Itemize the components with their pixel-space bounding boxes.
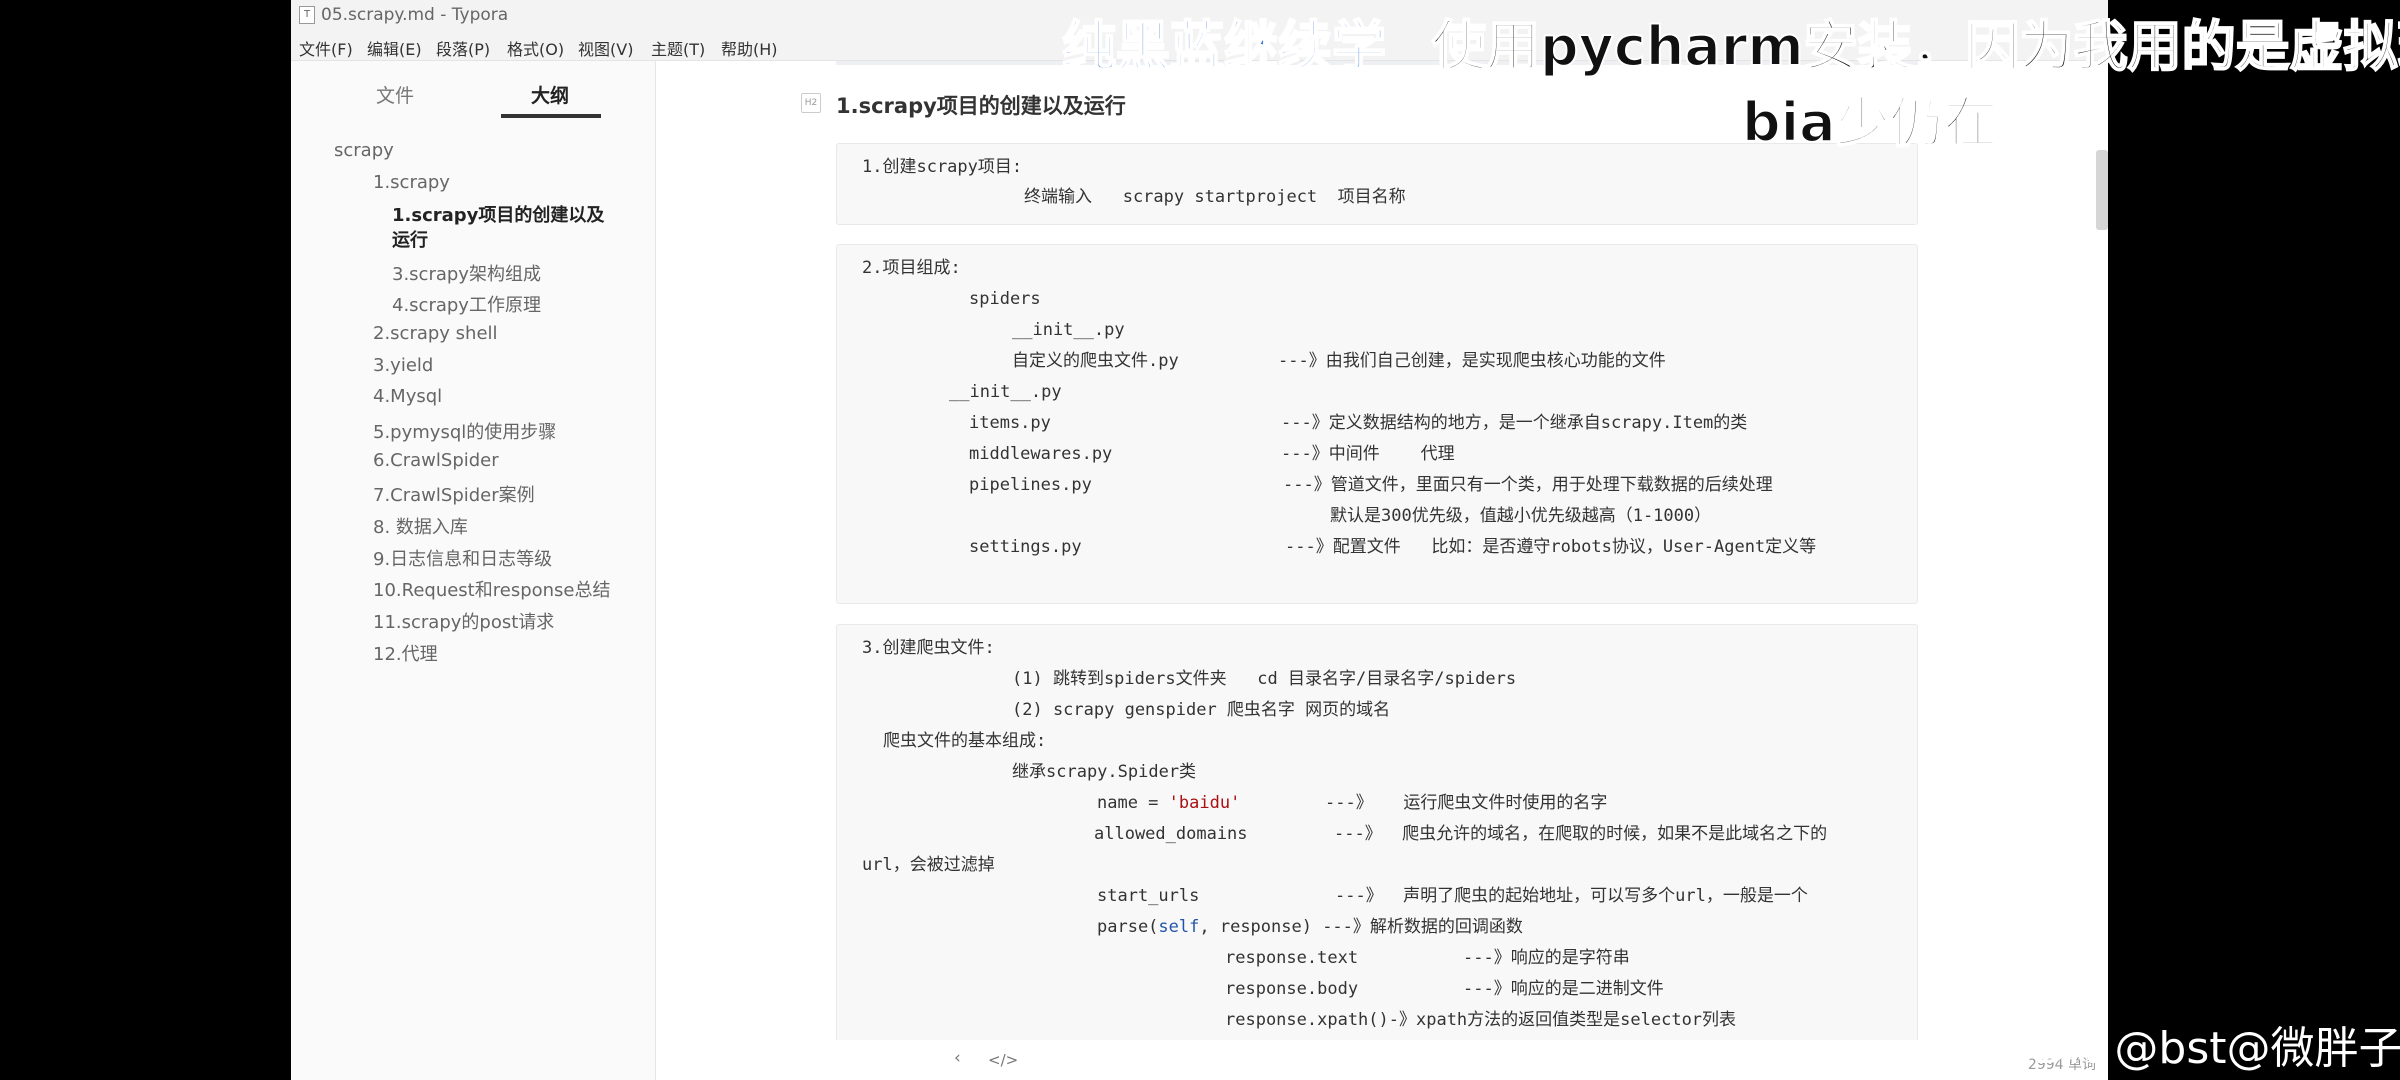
outline-item-proxy[interactable]: 12.代理 <box>373 640 438 666</box>
string-token: 'baidu' <box>1168 793 1241 813</box>
code-comment: url，会被过滤掉 <box>862 855 995 875</box>
outline-item-yield[interactable]: 3.yield <box>373 355 433 376</box>
code-line: pipelines.py <box>969 475 1092 495</box>
code-line: items.py <box>969 413 1051 433</box>
code-comment: ---》响应的是字符串 <box>1463 948 1630 968</box>
code-block-create-spider[interactable]: 3.创建爬虫文件: (1) 跳转到spiders文件夹 cd 目录名字/目录名字… <box>836 624 1918 1040</box>
code-line: name = 'baidu' <box>1097 793 1240 813</box>
sidebar: 文件 大纲 scrapy 1.scrapy 1.scrapy项目的创建以及运行 … <box>291 61 656 1080</box>
code-token: parse( <box>1097 917 1159 937</box>
code-comment: ---》配置文件 比如：是否遵守robots协议，User-Agent定义等 <box>1285 537 1817 557</box>
outline-item-shell[interactable]: 2.scrapy shell <box>373 323 498 344</box>
outline-item-db[interactable]: 8. 数据入库 <box>373 513 468 539</box>
menu-file[interactable]: 文件(F) <box>299 36 353 60</box>
code-comment: ---》 爬虫允许的域名，在爬取的时候，如果不是此域名之下的 <box>1334 824 1828 844</box>
code-comment: 默认是300优先级，值越小优先级越高（1-1000） <box>1330 506 1712 526</box>
video-caption-line2: bia少仍在 <box>1741 90 1999 155</box>
code-line: (1) 跳转到spiders文件夹 cd 目录名字/目录名字/spiders <box>1012 669 1517 689</box>
tab-outline[interactable]: 大纲 <box>531 81 569 108</box>
code-comment: ---》中间件 代理 <box>1281 444 1455 464</box>
typora-app-icon: T <box>299 6 315 24</box>
code-comment: ---》由我们自己创建，是实现爬虫核心功能的文件 <box>1278 351 1666 371</box>
code-line: 继承scrapy.Spider类 <box>1012 762 1197 782</box>
code-token: , response) ---》解析数据的回调函数 <box>1199 917 1523 937</box>
outline-item-request-response[interactable]: 10.Request和response总结 <box>373 576 611 602</box>
code-block-project-structure[interactable]: 2.项目组成: spiders __init__.py 自定义的爬虫文件.py … <box>836 244 1918 604</box>
code-comment: ---》 声明了爬虫的起始地址，可以写多个url，一般是一个 <box>1335 886 1808 906</box>
code-line: spiders <box>969 289 1041 309</box>
typora-window: T 05.scrapy.md - Typora 文件(F) 编辑(E) 段落(P… <box>291 0 2108 1080</box>
outline-item-scrapy[interactable]: scrapy <box>334 140 394 161</box>
code-line: response.xpath()-》xpath方法的返回值类型是selector… <box>1225 1010 1737 1030</box>
code-comment: ---》管道文件，里面只有一个类，用于处理下载数据的后续处理 <box>1283 475 1773 495</box>
outline-item-logging[interactable]: 9.日志信息和日志等级 <box>373 545 552 571</box>
code-comment: ---》定义数据结构的地方，是一个继承自scrapy.Item的类 <box>1281 413 1748 433</box>
code-line: 3.创建爬虫文件: <box>862 638 995 658</box>
tab-active-indicator <box>501 114 601 118</box>
code-line: parse(self, response) ---》解析数据的回调函数 <box>1097 917 1523 937</box>
section-heading[interactable]: 1.scrapy项目的创建以及运行 <box>836 90 1126 120</box>
code-line: 爬虫文件的基本组成: <box>883 731 1047 751</box>
code-token: name = <box>1097 793 1169 813</box>
csdn-watermark: CSDN @bst@微胖子 <box>1975 1023 2400 1074</box>
menu-help[interactable]: 帮助(H) <box>721 36 778 60</box>
code-line: 自定义的爬虫文件.py <box>1012 351 1179 371</box>
heading-marker-icon: H2 <box>801 93 821 113</box>
outline-item-mysql[interactable]: 4.Mysql <box>373 386 442 407</box>
code-comment: ---》响应的是二进制文件 <box>1463 979 1664 999</box>
code-line: (2) scrapy genspider 爬虫名字 网页的域名 <box>1012 700 1391 720</box>
outline-item-create-run[interactable]: 1.scrapy项目的创建以及运行 <box>392 203 622 253</box>
code-line: middlewares.py <box>969 444 1113 464</box>
code-line: 终端输入 scrapy startproject 项目名称 <box>1024 187 1406 207</box>
editor-area[interactable]: H2 1.scrapy项目的创建以及运行 1.创建scrapy项目: 终端输入 … <box>656 61 2108 1040</box>
source-code-mode-icon[interactable]: </> <box>988 1051 1018 1069</box>
code-line: start_urls <box>1097 886 1200 906</box>
code-line: response.body <box>1225 979 1359 999</box>
outline-item-post[interactable]: 11.scrapy的post请求 <box>373 608 554 634</box>
menu-format[interactable]: 格式(O) <box>507 36 564 60</box>
outline-item-crawlspider-case[interactable]: 7.CrawlSpider案例 <box>373 481 535 507</box>
code-line: 2.项目组成: <box>862 258 961 278</box>
code-comment: ---》 运行爬虫文件时使用的名字 <box>1325 793 1608 813</box>
editor-scrollbar[interactable] <box>2096 150 2108 230</box>
code-line: __init__.py <box>1012 320 1125 340</box>
menu-edit[interactable]: 编辑(E) <box>367 36 422 60</box>
code-line: response.text <box>1225 948 1359 968</box>
menu-paragraph[interactable]: 段落(P) <box>436 36 490 60</box>
window-title: 05.scrapy.md - Typora <box>321 5 509 25</box>
video-caption: 使用pycharm安装，因为我用的是虚拟环 <box>1431 14 2400 79</box>
code-line: __init__.py <box>949 382 1062 402</box>
code-line: 1.创建scrapy项目: <box>862 157 1023 177</box>
video-caption-highlight: 纯黑蓝继续学 <box>1061 14 1387 79</box>
outline-item-pymysql[interactable]: 5.pymysql的使用步骤 <box>373 418 556 444</box>
keyword-token: self <box>1158 917 1200 937</box>
outline-item-crawlspider[interactable]: 6.CrawlSpider <box>373 450 499 471</box>
toggle-sidebar-icon[interactable]: ‹ <box>954 1048 961 1068</box>
menu-view[interactable]: 视图(V) <box>578 36 633 60</box>
tab-files[interactable]: 文件 <box>376 81 414 108</box>
code-line: allowed_domains <box>1094 824 1248 844</box>
menu-theme[interactable]: 主题(T) <box>651 36 705 60</box>
status-bar: ‹ </> 2994 单词 <box>656 1040 2108 1080</box>
outline-item-principle[interactable]: 4.scrapy工作原理 <box>392 291 541 317</box>
code-line: settings.py <box>969 537 1082 557</box>
outline-item-1-scrapy[interactable]: 1.scrapy <box>373 172 450 193</box>
outline-item-architecture[interactable]: 3.scrapy架构组成 <box>392 260 541 286</box>
